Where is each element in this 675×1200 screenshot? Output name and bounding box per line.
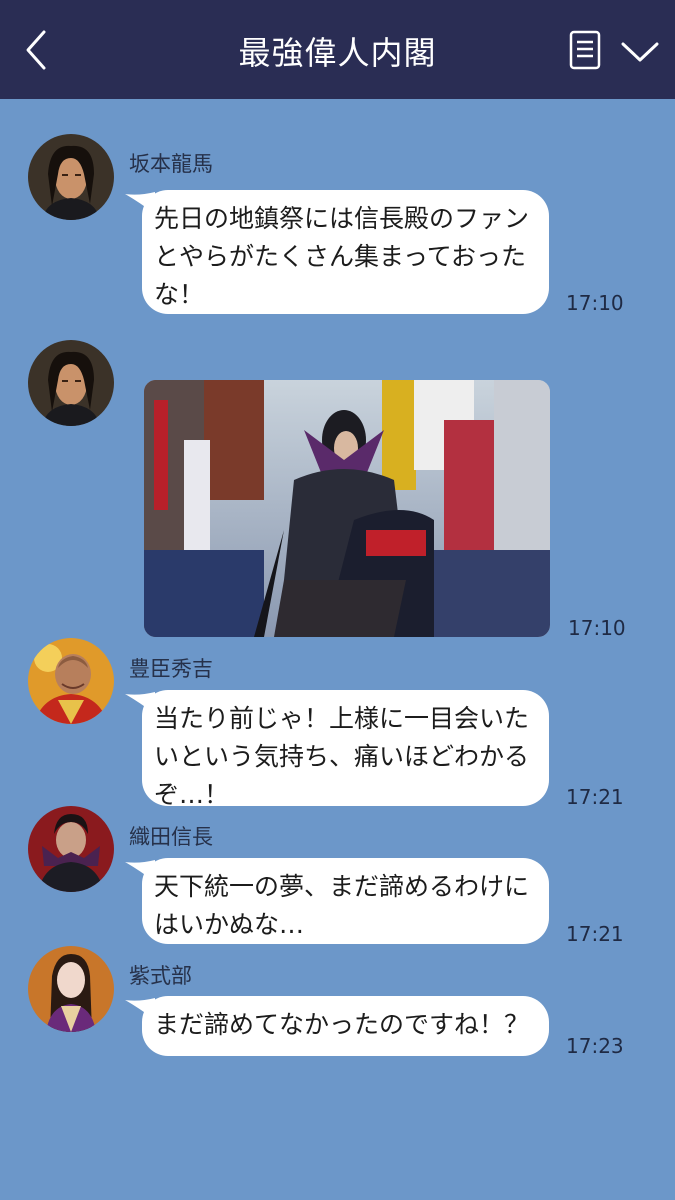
message-photo[interactable] — [144, 380, 550, 637]
message-time: 17:23 — [566, 1034, 624, 1058]
notes-button[interactable] — [566, 28, 606, 74]
sender-name: 紫式部 — [129, 964, 192, 988]
bubble-tail — [125, 692, 155, 714]
message-text: まだ諦めてなかったのですね！？ — [154, 1010, 530, 1039]
portrait-murasaki — [28, 946, 114, 1032]
avatar-hideyoshi[interactable] — [28, 638, 114, 724]
message-time: 17:10 — [568, 616, 626, 640]
message-time: 17:10 — [566, 291, 624, 315]
portrait-hideyoshi — [28, 638, 114, 724]
portrait-ryoma — [28, 134, 114, 220]
notes-icon — [569, 30, 601, 70]
bubble-tail — [125, 192, 155, 214]
message-text: 先日の地鎮祭には信長殿のファン とやらがたくさん集まっておった な！ — [154, 204, 530, 309]
bubble-tail — [125, 998, 155, 1020]
message-time: 17:21 — [566, 785, 624, 809]
avatar-murasaki[interactable] — [28, 946, 114, 1032]
photo-nobunaga-parade — [144, 380, 550, 637]
message-text: 天下統一の夢、まだ諦めるわけに はいかぬな… — [154, 872, 530, 939]
message-text: 当たり前じゃ！上様に一目会いた いという気持ち、痛いほどわかる ぞ…！ — [154, 704, 530, 809]
avatar-ryoma[interactable] — [28, 134, 114, 220]
expand-button[interactable] — [618, 36, 662, 68]
chevron-down-icon — [621, 42, 659, 62]
sender-name: 織田信長 — [129, 825, 213, 849]
avatar-ryoma[interactable] — [28, 340, 114, 426]
portrait-nobunaga — [28, 806, 114, 892]
sender-name: 坂本龍馬 — [129, 152, 213, 176]
message-bubble[interactable]: まだ諦めてなかったのですね！？ — [125, 996, 549, 1056]
message-bubble[interactable]: 天下統一の夢、まだ諦めるわけに はいかぬな… — [125, 858, 549, 944]
chat-header: 最強偉人内閣 — [0, 0, 675, 99]
bubble-tail — [125, 860, 155, 882]
message-time: 17:21 — [566, 922, 624, 946]
sender-name: 豊臣秀吉 — [129, 657, 213, 681]
portrait-ryoma — [28, 340, 114, 426]
message-bubble[interactable]: 先日の地鎮祭には信長殿のファン とやらがたくさん集まっておった な！ — [125, 190, 549, 314]
avatar-nobunaga[interactable] — [28, 806, 114, 892]
message-bubble[interactable]: 当たり前じゃ！上様に一目会いた いという気持ち、痛いほどわかる ぞ…！ — [125, 690, 549, 809]
